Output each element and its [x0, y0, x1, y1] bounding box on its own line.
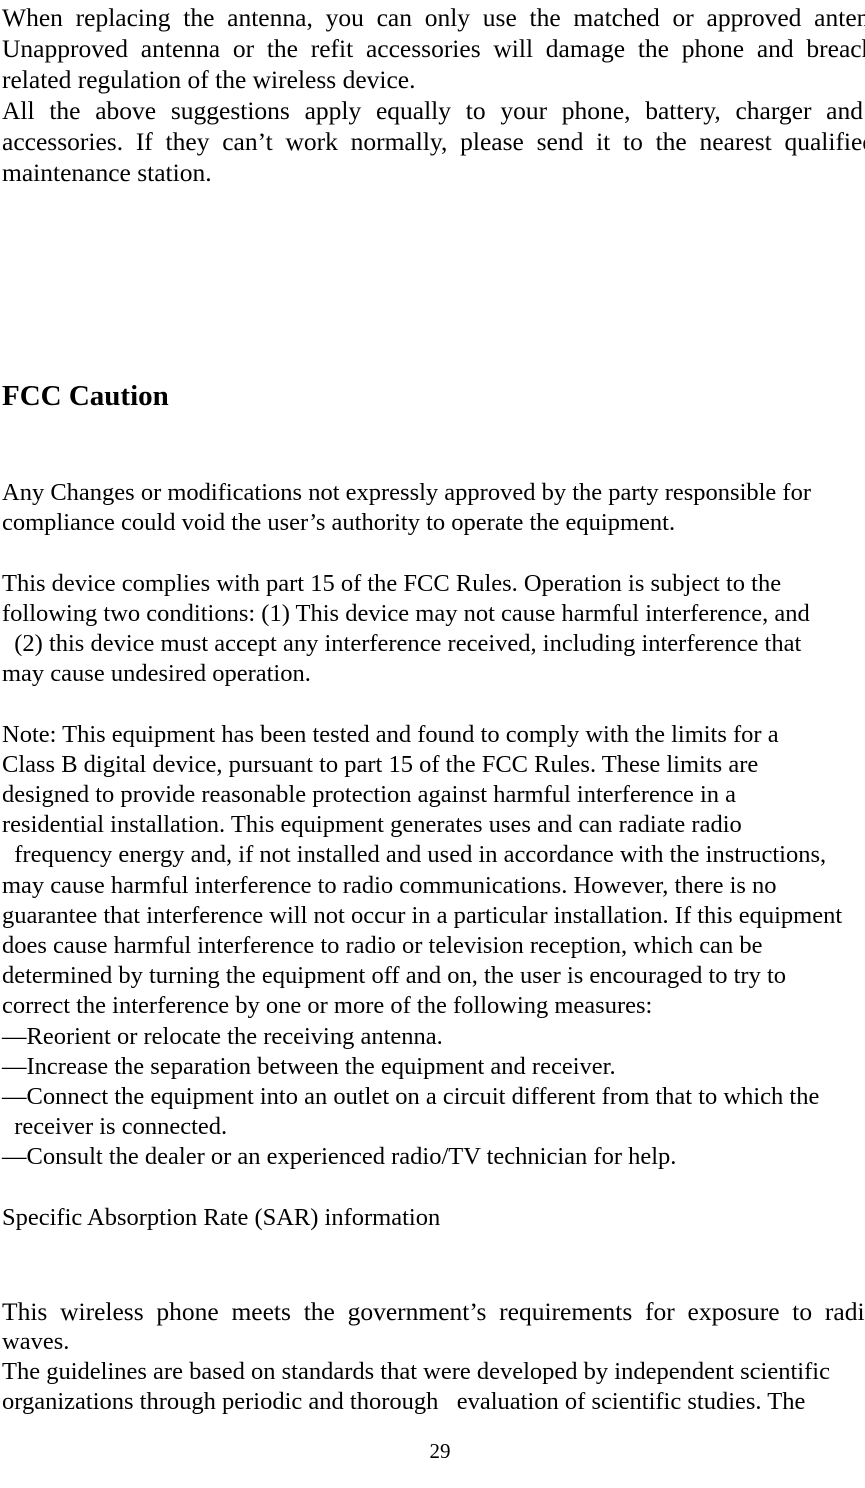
- fcc-caution-heading: FCC Caution: [2, 380, 169, 413]
- intro-line: related regulation of the wireless devic…: [2, 65, 416, 94]
- body-line: may cause undesired operation.: [2, 660, 311, 688]
- measure-item-consult: —Consult the dealer or an experienced ra…: [2, 1143, 677, 1171]
- measure-item-reorient: —Reorient or relocate the receiving ante…: [2, 1022, 443, 1050]
- body-line: designed to provide reasonable protectio…: [2, 781, 737, 808]
- intro-line: Unapproved antenna or the refit accessor…: [2, 34, 865, 63]
- body-line: Any Changes or modifications not express…: [2, 479, 812, 506]
- sar-section-heading: Specific Absorption Rate (SAR) informati…: [2, 1203, 441, 1231]
- measure-item-connect-cont: receiver is connected.: [2, 1113, 228, 1141]
- body-line: Class B digital device, pursuant to part…: [2, 750, 759, 778]
- measure-item-connect: —Connect the equipment into an outlet on…: [2, 1083, 820, 1111]
- body-line: may cause harmful interference to radio …: [2, 871, 777, 899]
- intro-line: maintenance station.: [2, 158, 212, 187]
- sar-line: The guidelines are based on standards th…: [2, 1358, 830, 1386]
- body-line-blank: [2, 689, 863, 719]
- sar-paragraph: This wireless phone meets the government…: [2, 1296, 865, 1418]
- body-line: guarantee that interference will not occ…: [2, 901, 843, 929]
- body-line: frequency energy and, if not installed a…: [2, 841, 827, 869]
- intro-line: accessories. If they can’t work normally…: [2, 127, 865, 156]
- document-page: When replacing the antenna, you can only…: [0, 0, 865, 1488]
- body-line: This device complies with part 15 of the…: [2, 569, 782, 597]
- body-line: correct the interference by one or more …: [2, 992, 653, 1020]
- body-line: following two conditions: (1) This devic…: [2, 599, 810, 627]
- intro-paragraph: When replacing the antenna, you can only…: [2, 2, 865, 188]
- body-line: determined by turning the equipment off …: [2, 962, 787, 990]
- sar-line: This wireless phone meets the government…: [2, 1297, 865, 1326]
- sar-line: organizations through periodic and thoro…: [2, 1388, 806, 1416]
- body-line: compliance could void the user’s authori…: [2, 509, 676, 537]
- body-line: Note: This equipment has been tested and…: [2, 720, 779, 748]
- measure-item-increase: —Increase the separation between the equ…: [2, 1052, 616, 1080]
- body-line-blank: [2, 538, 863, 568]
- intro-line: All the above suggestions apply equally …: [2, 96, 863, 125]
- body-line: residential installation. This equipment…: [2, 811, 742, 839]
- sar-line: waves.: [2, 1328, 70, 1355]
- page-number: 29: [429, 1439, 451, 1463]
- body-line: (2) this device must accept any interfer…: [2, 630, 802, 657]
- fcc-body-text: Any Changes or modifications not express…: [2, 478, 863, 1233]
- intro-line: When replacing the antenna, you can only…: [2, 3, 865, 32]
- body-line-blank: [2, 1173, 863, 1203]
- body-line: does cause harmful interference to radio…: [2, 932, 763, 960]
